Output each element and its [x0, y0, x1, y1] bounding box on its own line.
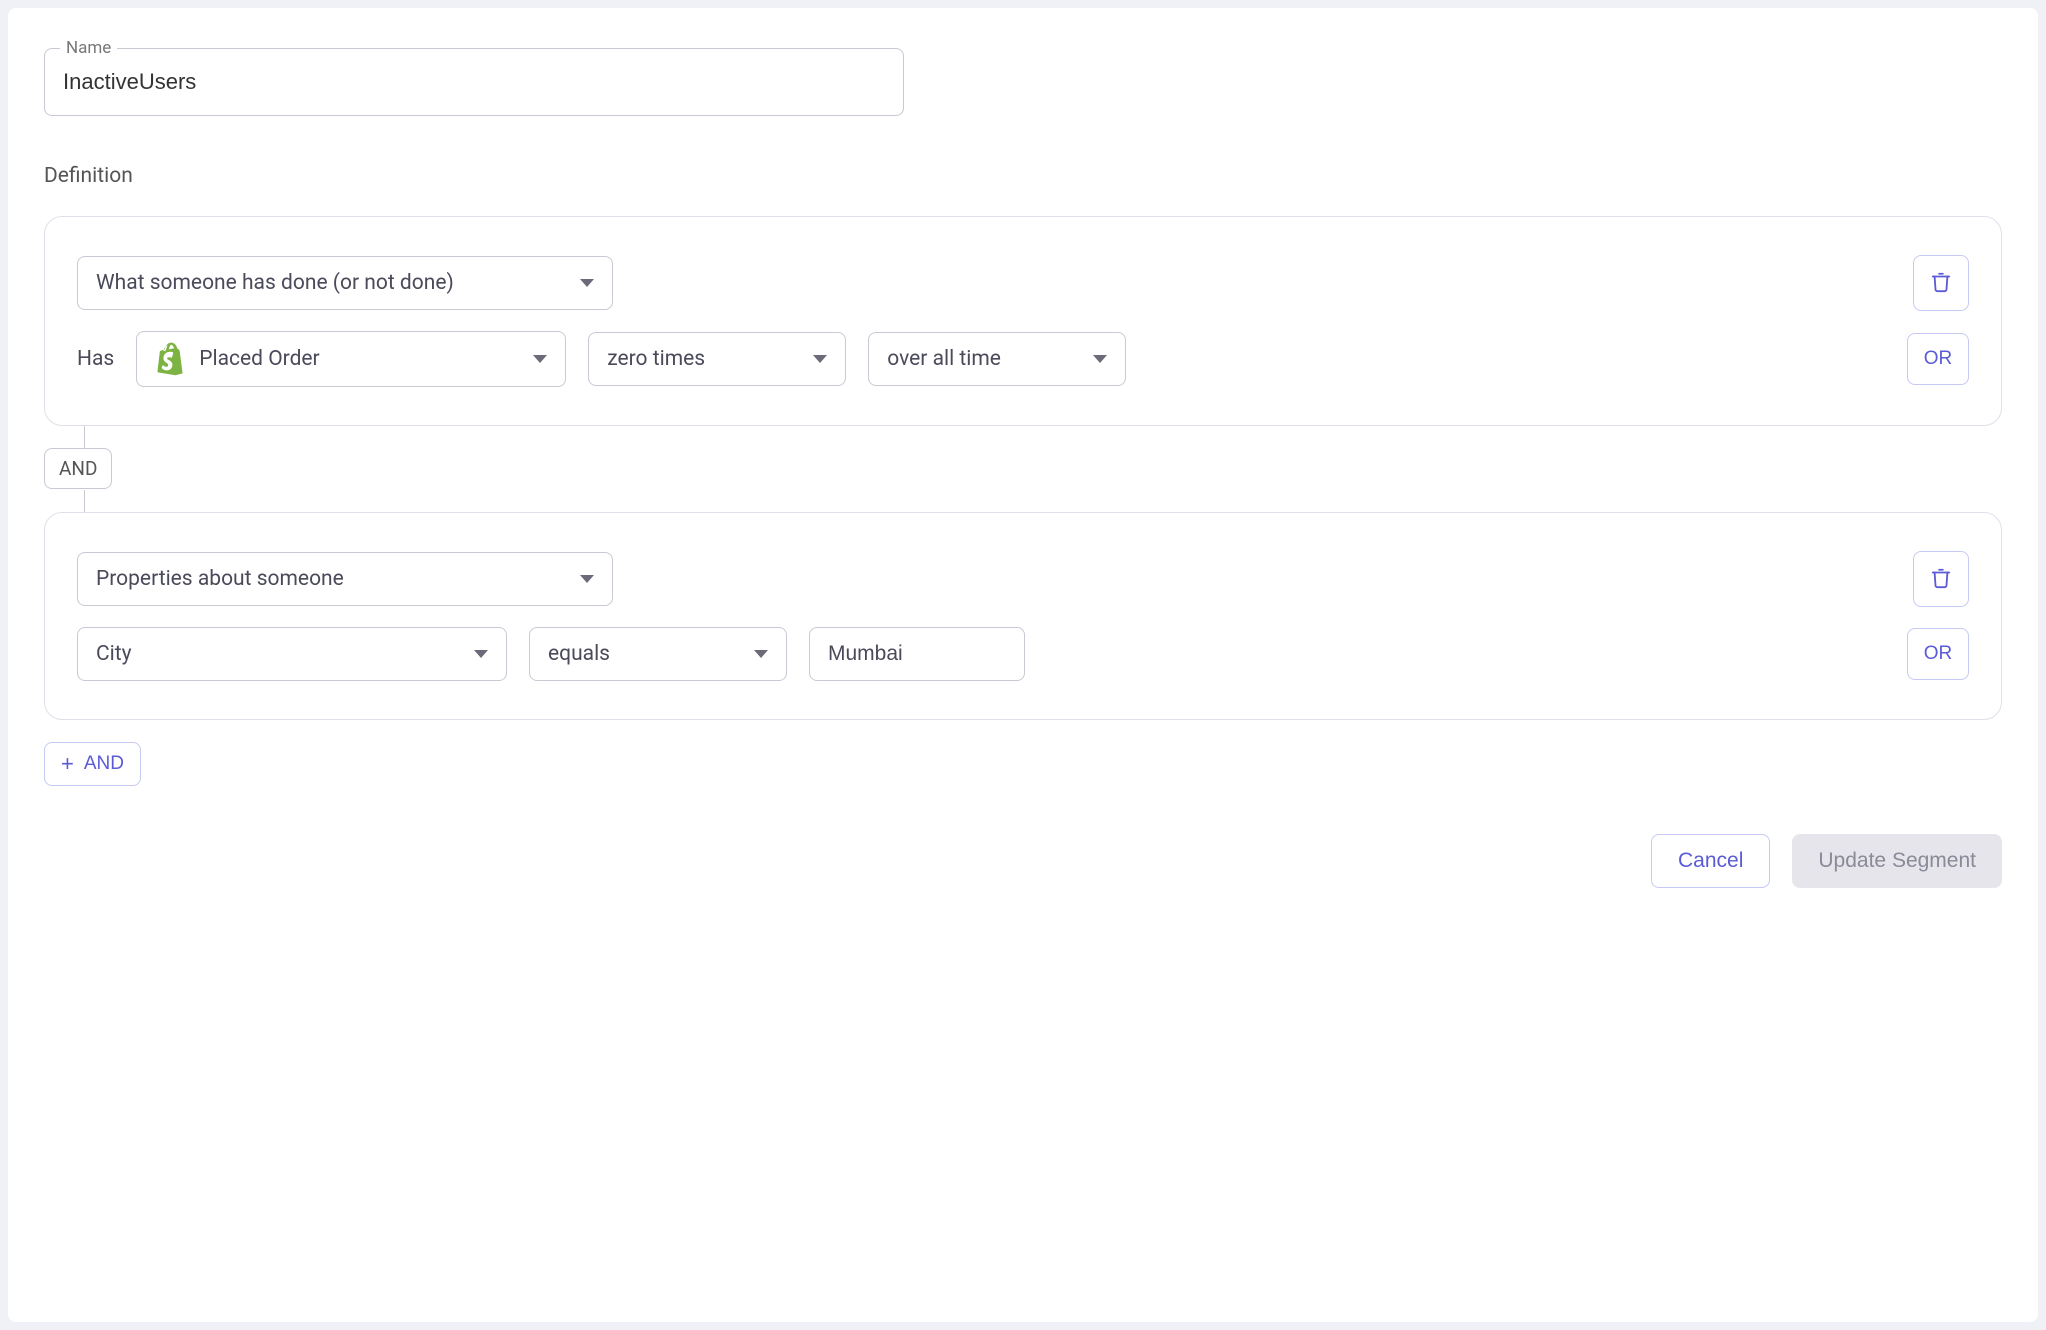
condition-card-1: What someone has done (or not done) Has	[44, 216, 2002, 426]
add-and-button[interactable]: + AND	[44, 742, 141, 786]
event-value: Placed Order	[199, 347, 319, 371]
condition-type-value: Properties about someone	[96, 567, 344, 591]
connector: AND	[44, 426, 2002, 512]
chevron-down-icon	[533, 355, 547, 363]
condition-type-select[interactable]: What someone has done (or not done)	[77, 256, 613, 310]
condition-type-select[interactable]: Properties about someone	[77, 552, 613, 606]
property-select[interactable]: City	[77, 627, 507, 681]
range-value: over all time	[887, 347, 1001, 371]
range-select[interactable]: over all time	[868, 332, 1126, 386]
name-input[interactable]	[44, 48, 904, 116]
connector-line	[84, 490, 85, 512]
event-select[interactable]: Placed Order	[136, 331, 566, 387]
condition-type-value: What someone has done (or not done)	[96, 271, 454, 295]
condition-card-2: Properties about someone City	[44, 512, 2002, 720]
plus-icon: +	[61, 753, 74, 775]
or-label: OR	[1924, 348, 1953, 370]
chevron-down-icon	[474, 650, 488, 658]
times-select[interactable]: zero times	[588, 332, 846, 386]
name-legend: Name	[60, 38, 117, 58]
footer: Cancel Update Segment	[44, 834, 2002, 888]
chevron-down-icon	[813, 355, 827, 363]
property-value-input[interactable]	[809, 627, 1025, 681]
trash-icon	[1930, 270, 1952, 297]
add-and-label: AND	[84, 753, 124, 775]
name-field-wrap: Name	[44, 48, 904, 116]
operator-select[interactable]: equals	[529, 627, 787, 681]
delete-condition-button[interactable]	[1913, 255, 1969, 311]
operator-value: equals	[548, 642, 610, 666]
has-label: Has	[77, 347, 114, 371]
or-button[interactable]: OR	[1907, 333, 1969, 385]
cancel-button[interactable]: Cancel	[1651, 834, 1770, 888]
definition-label: Definition	[44, 164, 2002, 188]
shopify-icon	[155, 342, 185, 376]
times-value: zero times	[607, 347, 705, 371]
property-value: City	[96, 642, 132, 666]
chevron-down-icon	[754, 650, 768, 658]
chevron-down-icon	[1093, 355, 1107, 363]
or-button[interactable]: OR	[1907, 628, 1969, 680]
chevron-down-icon	[580, 279, 594, 287]
trash-icon	[1930, 566, 1952, 593]
or-label: OR	[1924, 643, 1953, 665]
chevron-down-icon	[580, 575, 594, 583]
update-segment-button[interactable]: Update Segment	[1792, 834, 2002, 888]
and-chip: AND	[44, 448, 112, 489]
segment-editor: Name Definition What someone has done (o…	[8, 8, 2038, 1322]
connector-line	[84, 426, 85, 448]
delete-condition-button[interactable]	[1913, 551, 1969, 607]
